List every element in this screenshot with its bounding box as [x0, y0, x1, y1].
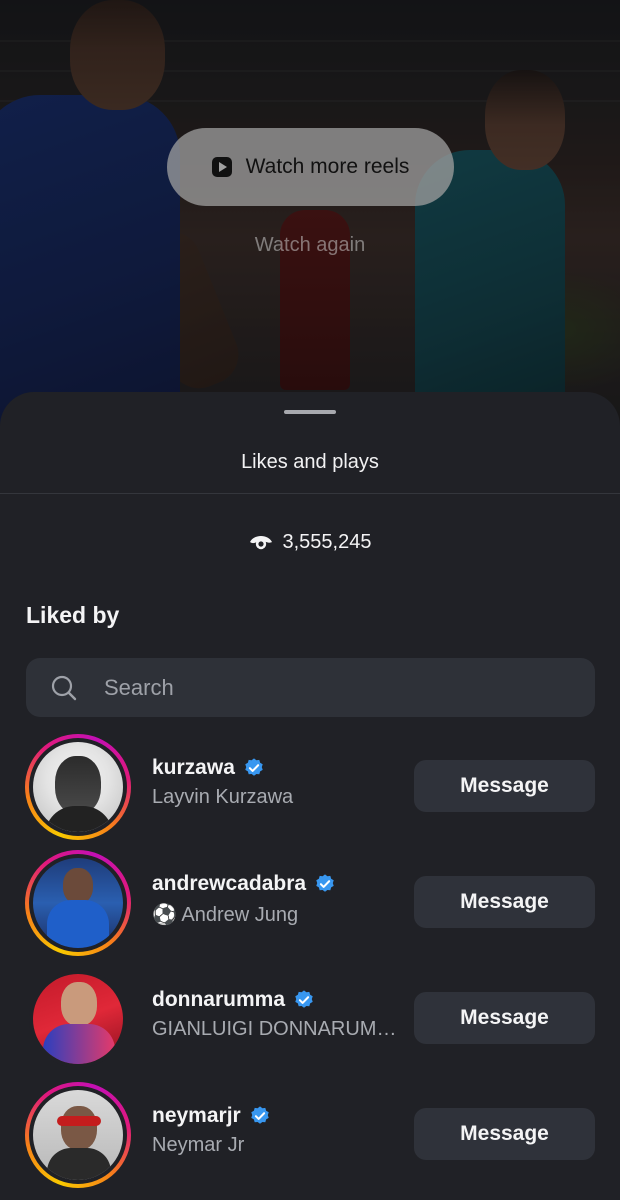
search-input[interactable]: [104, 674, 524, 701]
avatar-image: [33, 974, 123, 1064]
message-button[interactable]: Message: [414, 760, 595, 812]
avatar[interactable]: [25, 734, 131, 840]
avatar-image: [33, 742, 123, 832]
sheet-drag-handle[interactable]: [284, 410, 336, 414]
video-dim-overlay: [0, 0, 620, 430]
verified-badge-icon: [245, 758, 263, 776]
list-item[interactable]: neymarjr Neymar Jr Message: [0, 1082, 620, 1188]
list-item[interactable]: andrewcadabra ⚽ Andrew Jung Message: [0, 850, 620, 956]
plays-count-value: 3,555,245: [282, 530, 372, 553]
username[interactable]: kurzawa: [152, 756, 235, 780]
play-icon: [211, 157, 232, 177]
verified-badge-icon: [251, 1106, 269, 1124]
watch-more-reels-button[interactable]: Watch more reels: [167, 128, 454, 206]
avatar[interactable]: [25, 850, 131, 956]
avatar-image: [33, 1090, 123, 1180]
username[interactable]: donnarumma: [152, 988, 285, 1012]
full-name: GIANLUIGI DONNARUMMA: [152, 1018, 397, 1040]
watch-more-label: Watch more reels: [245, 155, 410, 178]
message-button[interactable]: Message: [414, 1108, 595, 1160]
likes-bottom-sheet: Likes and plays 3,555,245 Liked by kurza…: [0, 392, 620, 1200]
plays-count: 3,555,245: [0, 530, 620, 554]
list-item[interactable]: kurzawa Layvin Kurzawa Message: [0, 734, 620, 840]
verified-badge-icon: [295, 990, 313, 1008]
avatar[interactable]: [25, 1082, 131, 1188]
search-icon: [51, 675, 77, 700]
watch-again-link[interactable]: Watch again: [0, 234, 620, 257]
username[interactable]: neymarjr: [152, 1104, 241, 1128]
divider: [0, 493, 620, 494]
full-name: Neymar Jr: [152, 1134, 245, 1156]
full-name: ⚽ Andrew Jung: [152, 904, 299, 926]
search-bar[interactable]: [26, 658, 595, 717]
reel-video-frame[interactable]: Watch more reels Watch again: [0, 0, 620, 430]
list-item[interactable]: donnarumma GIANLUIGI DONNARUMMA Message: [0, 966, 620, 1070]
eye-icon: [249, 536, 272, 550]
liked-by-heading: Liked by: [26, 602, 120, 628]
avatar-image: [33, 858, 123, 948]
message-button[interactable]: Message: [414, 992, 595, 1044]
username[interactable]: andrewcadabra: [152, 872, 306, 896]
avatar[interactable]: [25, 966, 131, 1072]
full-name: Layvin Kurzawa: [152, 786, 294, 808]
verified-badge-icon: [316, 874, 334, 892]
message-button[interactable]: Message: [414, 876, 595, 928]
sheet-title: Likes and plays: [241, 451, 379, 473]
